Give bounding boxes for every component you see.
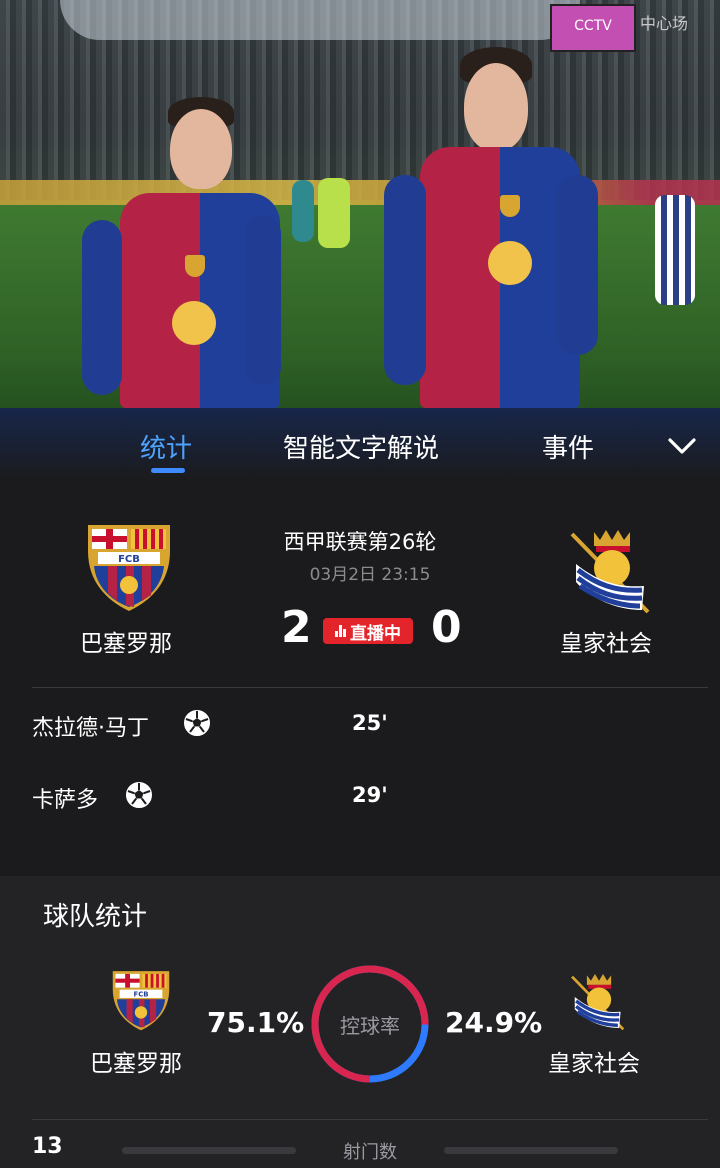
- away-possession: 24.9%: [445, 1006, 543, 1039]
- opponent-player-figure: [655, 195, 695, 305]
- away-team-name: 皇家社会: [548, 1051, 640, 1077]
- team-stats-panel: 球队统计 FCB 巴塞罗那 75.1% 控球率 24.9% 皇家社会 13 射门…: [0, 876, 720, 1168]
- home-team-name[interactable]: 巴塞罗那: [80, 624, 172, 658]
- svg-text:FCB: FCB: [134, 991, 149, 999]
- home-possession: 75.1%: [207, 1006, 305, 1039]
- real-sociedad-crest: [571, 974, 625, 1031]
- match-photo: CCTV 中心场: [0, 0, 720, 408]
- home-team-name: 巴塞罗那: [90, 1051, 182, 1077]
- screen-text: CCTV: [574, 18, 612, 34]
- tab-events[interactable]: 事件: [542, 428, 594, 465]
- live-badge: 直播中: [323, 618, 413, 644]
- home-score: 2: [281, 602, 312, 653]
- broadcast-watermark: 中心场: [640, 14, 689, 33]
- referee-figure: [318, 178, 350, 248]
- player-left: [80, 95, 290, 408]
- real-sociedad-crest: [570, 530, 650, 614]
- player-right: [380, 45, 620, 408]
- stadium-roof-light: [60, 0, 580, 40]
- goal-scorer: 杰拉德·马丁: [32, 716, 149, 741]
- tab-text-commentary[interactable]: 智能文字解说: [283, 428, 439, 465]
- possession-label: 控球率: [340, 1014, 400, 1038]
- soccer-ball-icon: [184, 710, 210, 736]
- divider: [32, 687, 708, 688]
- live-status: 直播中: [350, 623, 401, 644]
- chevron-down-icon[interactable]: [667, 434, 697, 458]
- active-tab-indicator: [151, 468, 185, 473]
- goal-minute: 29': [352, 783, 388, 807]
- linesman-figure: [292, 180, 314, 242]
- goal-minute: 25': [352, 711, 388, 735]
- divider: [32, 1119, 708, 1120]
- match-card: 统计 智能文字解说 事件 FCB 巴塞罗那 西甲联赛第26轮 03月2日 23:…: [0, 408, 720, 878]
- tab-bar: 统计 智能文字解说 事件: [0, 408, 720, 480]
- away-team-name[interactable]: 皇家社会: [560, 624, 652, 658]
- away-shots-bar: [444, 1147, 618, 1154]
- team-stats-title: 球队统计: [43, 902, 148, 932]
- tab-stats[interactable]: 统计: [140, 428, 192, 465]
- goal-scorer: 卡萨多: [32, 788, 99, 813]
- barcelona-crest: FCB: [112, 971, 170, 1031]
- soccer-ball-icon: [126, 782, 152, 808]
- away-score: 0: [431, 602, 462, 653]
- live-bars-icon: [335, 625, 347, 637]
